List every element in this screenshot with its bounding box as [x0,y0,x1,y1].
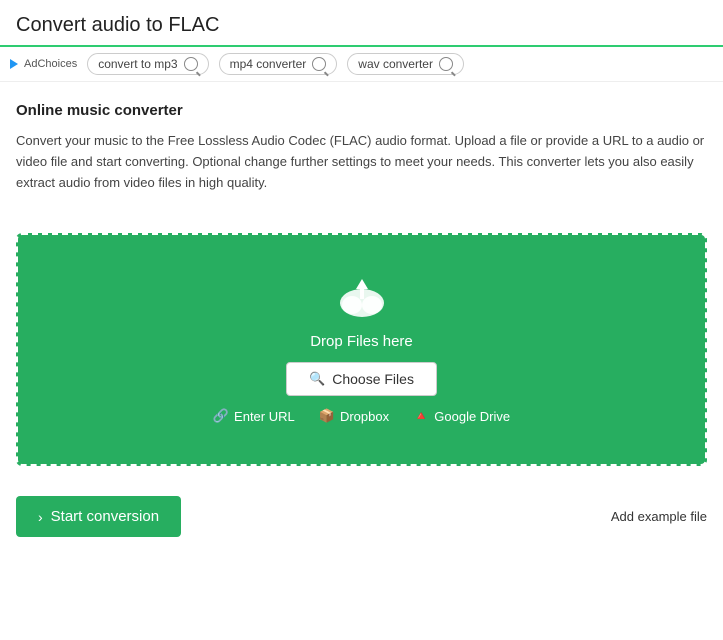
search-icon-2 [312,57,326,71]
add-example-label: Add example file [611,509,707,524]
drop-files-text: Drop Files here [310,333,413,350]
ad-tag-label-3: wav converter [358,57,433,71]
google-drive-icon: 🔺 [413,408,429,424]
start-conversion-label: Start conversion [51,508,159,525]
enter-url-label: Enter URL [234,409,295,424]
search-icon-choose: 🔍 [309,371,325,387]
ad-tag-convert-mp3[interactable]: convert to mp3 [87,53,208,75]
add-example-link[interactable]: Add example file [611,509,707,524]
dropbox-icon: 📦 [319,408,335,424]
ad-choices-label: AdChoices [24,58,77,70]
description-text: Convert your music to the Free Lossless … [16,131,707,193]
drop-zone[interactable]: Drop Files here 🔍 Choose Files 🔗 Enter U… [16,233,707,466]
page-header: Convert audio to FLAC [0,0,723,47]
main-content: Online music converter Convert your musi… [0,82,723,213]
section-title: Online music converter [16,102,707,119]
ad-tag-mp4-converter[interactable]: mp4 converter [219,53,338,75]
search-icon-1 [184,57,198,71]
google-drive-label: Google Drive [434,409,510,424]
dropbox-label: Dropbox [340,409,389,424]
extra-links: 🔗 Enter URL 📦 Dropbox 🔺 Google Drive [213,408,510,424]
start-conversion-button[interactable]: › Start conversion [16,496,181,537]
link-icon: 🔗 [213,408,229,424]
dropbox-link[interactable]: 📦 Dropbox [319,408,389,424]
choose-files-label: Choose Files [332,371,414,387]
upload-icon-wrap [334,275,390,321]
ad-tag-label-1: convert to mp3 [98,57,177,71]
choose-files-button[interactable]: 🔍 Choose Files [286,362,437,396]
ad-bar: AdChoices convert to mp3 mp4 converter w… [0,47,723,82]
content-right: Online music converter Convert your musi… [16,102,707,193]
drop-zone-wrapper: Drop Files here 🔍 Choose Files 🔗 Enter U… [16,233,707,466]
ad-tag-wav-converter[interactable]: wav converter [347,53,464,75]
search-icon-3 [439,57,453,71]
ad-tag-label-2: mp4 converter [230,57,307,71]
enter-url-link[interactable]: 🔗 Enter URL [213,408,295,424]
google-drive-link[interactable]: 🔺 Google Drive [413,408,510,424]
chevron-right-icon: › [38,509,43,525]
page-title: Convert audio to FLAC [16,14,707,37]
ad-choices[interactable]: AdChoices [10,58,77,70]
bottom-bar: › Start conversion Add example file [0,482,723,551]
upload-cloud-icon [334,275,390,321]
ad-play-icon [10,59,18,69]
